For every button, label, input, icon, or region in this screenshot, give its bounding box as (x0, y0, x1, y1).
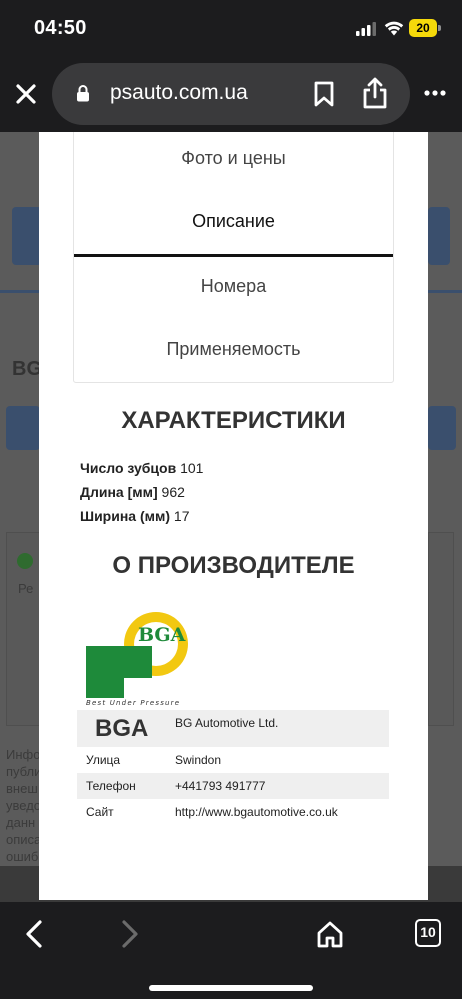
battery-cap (438, 25, 441, 31)
share-icon[interactable] (362, 77, 388, 109)
table-row: Телефон +441793 491777 (77, 773, 389, 799)
bg-button-right (428, 406, 456, 450)
home-icon[interactable] (316, 920, 344, 948)
lock-icon (77, 85, 89, 102)
spec-value: 101 (180, 460, 204, 476)
spec-row: Длина [мм] 962 (80, 484, 185, 500)
spec-name: Длина [мм] (80, 484, 158, 500)
table-row: Сайт http://www.bgautomotive.co.uk (77, 799, 389, 825)
manufacturer-heading: О ПРОИЗВОДИТЕЛЕ (112, 552, 355, 579)
bg-banner-left (12, 207, 42, 265)
bg-footer-text: Инфо публи внеш уведо данн описа ошиб (6, 747, 42, 864)
tab-numbers[interactable]: Номера (74, 276, 393, 297)
phone-value[interactable]: +441793 491777 (175, 779, 265, 793)
table-row: Улица Swindon (77, 747, 389, 773)
row-key: Сайт (86, 805, 114, 819)
bg-button-left (6, 406, 40, 450)
bga-logo: BGA Best Under Pressure (86, 612, 188, 707)
tabs-button[interactable]: 10 (415, 919, 441, 947)
spec-name: Ширина (мм) (80, 508, 171, 524)
brand-name: BGA (95, 715, 149, 742)
browser-toolbar: 10 (0, 902, 462, 999)
specs-heading: ХАРАКТЕРИСТИКИ (121, 407, 346, 434)
tab-list: Фото и цены Описание Номера Применяемост… (73, 132, 394, 383)
spec-value: 17 (173, 508, 190, 524)
description-modal: Фото и цены Описание Номера Применяемост… (39, 132, 428, 900)
bg-card-right (428, 532, 454, 726)
active-tab-indicator (74, 254, 393, 257)
forward-icon[interactable] (120, 920, 140, 948)
battery-level: 20 (409, 19, 437, 37)
bg-title: BG (12, 358, 42, 380)
row-key: Улица (86, 753, 121, 767)
company-name: BG Automotive Ltd. (175, 716, 279, 730)
url-text[interactable]: psauto.com.ua (110, 81, 248, 105)
row-value: Swindon (175, 753, 222, 767)
status-bar: 04:50 20 (0, 0, 462, 60)
svg-text:BGA: BGA (138, 624, 186, 646)
spec-value: 962 (161, 484, 185, 500)
row-key: Телефон (86, 779, 136, 793)
wifi-icon (384, 21, 404, 36)
tab-applicability[interactable]: Применяемость (74, 339, 393, 360)
spec-row: Число зубцов 101 (80, 460, 203, 476)
bg-banner-right (428, 207, 450, 265)
bg-info-icon (17, 553, 33, 569)
website-link[interactable]: http://www.bgautomotive.co.uk (175, 805, 338, 819)
tab-photos-prices[interactable]: Фото и цены (74, 148, 393, 169)
close-icon[interactable] (14, 82, 38, 106)
browser-header: psauto.com.ua (0, 60, 462, 132)
manufacturer-table: BGA BG Automotive Ltd. Улица Swindon Тел… (77, 710, 389, 825)
status-time: 04:50 (34, 17, 87, 39)
bg-side-text: Ре (18, 581, 34, 596)
more-icon[interactable] (424, 90, 446, 96)
table-row: BGA BG Automotive Ltd. (77, 710, 389, 747)
signal-icon (356, 22, 376, 36)
address-bar[interactable]: psauto.com.ua (52, 63, 410, 125)
bookmark-icon[interactable] (314, 81, 334, 107)
battery-icon: 20 (409, 19, 441, 37)
svg-text:Best Under Pressure: Best Under Pressure (86, 699, 180, 707)
phone-screen: 04:50 20 psauto.com.ua BG Ре Инфо публи … (0, 0, 462, 999)
spec-name: Число зубцов (80, 460, 177, 476)
back-icon[interactable] (24, 920, 44, 948)
tab-description[interactable]: Описание (74, 211, 393, 232)
spec-row: Ширина (мм) 17 (80, 508, 189, 524)
home-indicator (149, 985, 313, 991)
